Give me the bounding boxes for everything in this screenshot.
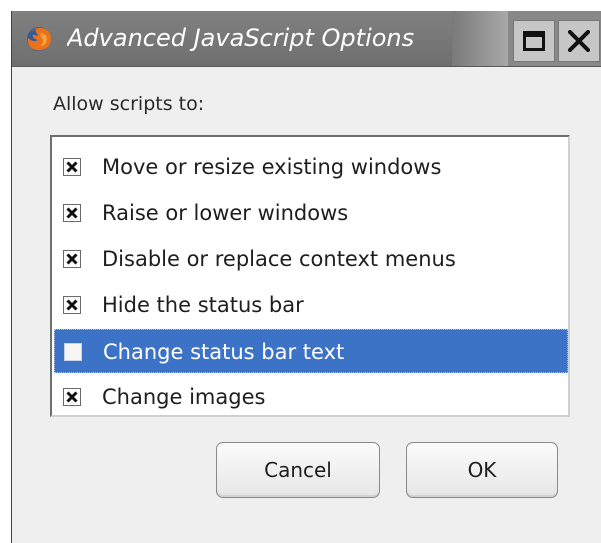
ok-button[interactable]: OK — [406, 442, 558, 498]
option-label: Change status bar text — [103, 340, 345, 364]
list-item-hide-status-bar[interactable]: Hide the status bar — [54, 283, 568, 327]
window-title: Advanced JavaScript Options — [67, 24, 415, 52]
option-label: Raise or lower windows — [102, 201, 349, 225]
list-item-move-resize-windows[interactable]: Move or resize existing windows — [54, 145, 568, 189]
close-button[interactable] — [558, 20, 600, 62]
checkbox-checked[interactable] — [63, 204, 81, 222]
advanced-javascript-options-dialog: Advanced JavaScript Options Allow script… — [11, 11, 601, 543]
option-label: Hide the status bar — [102, 293, 304, 317]
check-x-icon — [66, 299, 78, 311]
checkbox-checked[interactable] — [63, 250, 81, 268]
allow-scripts-label: Allow scripts to: — [53, 93, 205, 115]
option-label: Disable or replace context menus — [102, 247, 456, 271]
close-icon — [568, 30, 590, 52]
cancel-button[interactable]: Cancel — [216, 442, 380, 498]
maximize-button[interactable] — [513, 20, 555, 62]
checkbox-unchecked[interactable] — [64, 343, 82, 361]
maximize-icon — [523, 31, 545, 51]
list-item-raise-lower-windows[interactable]: Raise or lower windows — [54, 191, 568, 235]
checkbox-checked[interactable] — [63, 158, 81, 176]
list-item-context-menus[interactable]: Disable or replace context menus — [54, 237, 568, 281]
list-item-change-status-bar-text[interactable]: Change status bar text — [54, 329, 568, 373]
check-x-icon — [66, 391, 78, 403]
firefox-icon — [25, 25, 53, 53]
option-label: Change images — [102, 385, 266, 409]
title-fade — [452, 11, 508, 66]
permissions-list[interactable]: Move or resize existing windows Raise or… — [50, 135, 570, 417]
check-x-icon — [66, 161, 78, 173]
checkbox-checked[interactable] — [63, 296, 81, 314]
checkbox-checked[interactable] — [63, 388, 81, 406]
check-x-icon — [66, 207, 78, 219]
title-bar[interactable]: Advanced JavaScript Options — [12, 11, 601, 67]
check-x-icon — [66, 253, 78, 265]
option-label: Move or resize existing windows — [102, 155, 442, 179]
list-item-change-images[interactable]: Change images — [54, 375, 568, 419]
